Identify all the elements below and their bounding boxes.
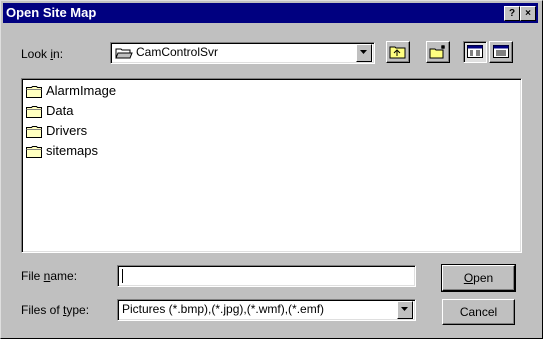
file-type-dropdown-button[interactable]	[397, 301, 413, 319]
up-one-level-button[interactable]	[386, 41, 410, 63]
file-type-label-suffix: ype:	[66, 303, 90, 317]
folder-icon	[26, 146, 42, 158]
details-view-icon	[493, 45, 509, 58]
open-site-map-dialog: Open Site Map ? × Look in: CamControlSvr	[0, 0, 543, 339]
title-bar[interactable]: Open Site Map ? ×	[3, 3, 538, 23]
look-in-label: Look in:	[21, 47, 63, 61]
folder-name: sitemaps	[46, 143, 99, 158]
cancel-button[interactable]: Cancel	[442, 299, 515, 325]
file-name-label-prefix: File	[21, 269, 44, 283]
file-list[interactable]: AlarmImage Data Drivers sitemaps	[21, 78, 522, 253]
open-button-label: pen	[473, 271, 494, 285]
folder-name: Drivers	[46, 123, 88, 138]
file-type-label-prefix: Files of	[21, 303, 64, 317]
list-view-icon	[467, 45, 483, 58]
folder-icon	[26, 86, 42, 98]
list-view-button[interactable]	[463, 41, 487, 63]
open-button-accel: O	[463, 271, 474, 285]
file-name-input[interactable]	[117, 265, 416, 287]
look-in-combo[interactable]: CamControlSvr	[110, 42, 375, 64]
details-view-button[interactable]	[489, 41, 513, 63]
look-in-value: CamControlSvr	[136, 45, 219, 59]
close-button[interactable]: ×	[520, 6, 536, 21]
look-in-label-prefix: Look	[21, 47, 51, 61]
text-caret	[122, 269, 123, 283]
open-folder-icon	[115, 48, 133, 59]
look-in-dropdown-button[interactable]	[356, 44, 372, 62]
folder-icon	[26, 106, 42, 118]
open-button[interactable]: Open	[441, 264, 516, 292]
file-name-label-suffix: ame:	[50, 269, 78, 283]
create-new-folder-button[interactable]	[426, 41, 450, 63]
chevron-down-icon	[401, 307, 408, 311]
help-button[interactable]: ?	[504, 6, 520, 21]
dialog-title: Open Site Map	[6, 5, 97, 20]
chevron-down-icon	[360, 50, 367, 54]
folder-name: Data	[46, 103, 74, 118]
file-name-label: File name:	[21, 269, 77, 283]
folder-icon	[26, 126, 42, 138]
look-in-label-suffix: n:	[53, 47, 64, 61]
file-type-value: Pictures (*.bmp),(*.jpg),(*.wmf),(*.emf)	[122, 302, 325, 316]
file-type-label: Files of type:	[21, 303, 89, 317]
up-one-level-icon	[389, 46, 406, 59]
create-new-folder-icon	[429, 45, 445, 59]
file-type-combo[interactable]: Pictures (*.bmp),(*.jpg),(*.wmf),(*.emf)	[117, 299, 416, 321]
folder-name: AlarmImage	[46, 83, 117, 98]
